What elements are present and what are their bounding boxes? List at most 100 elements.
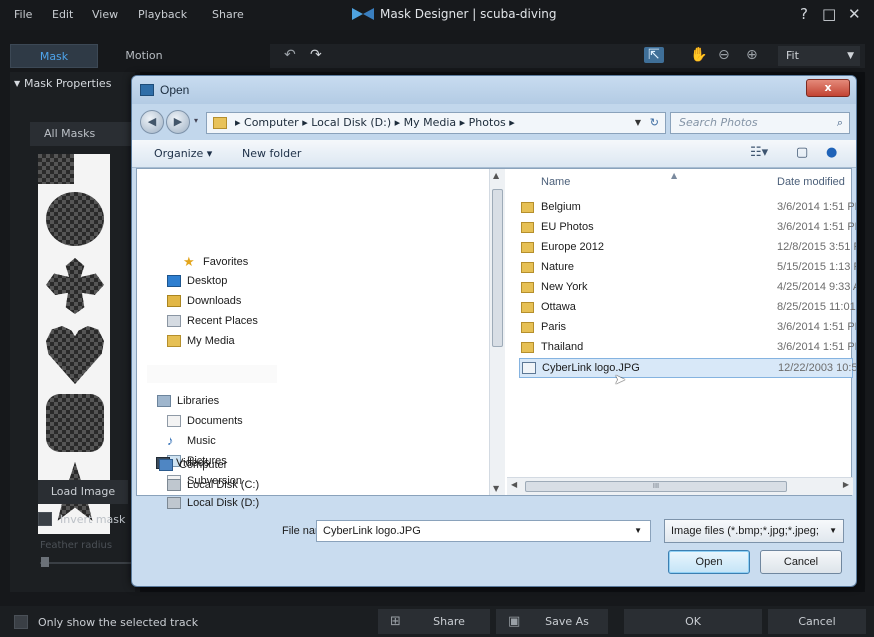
dialog-cancel-button[interactable]: Cancel xyxy=(760,550,842,574)
mask-heart-thumbnail[interactable] xyxy=(46,326,104,384)
feather-radius-slider[interactable] xyxy=(40,562,135,564)
list-item[interactable]: Ottawa 8/25/2015 11:01 AM xyxy=(519,298,856,318)
only-selected-track-checkbox[interactable] xyxy=(14,615,28,629)
dialog-nav-row: ◀ ▶ ▾ ▸ Computer ▸ Local Disk (D:) ▸ My … xyxy=(132,104,856,140)
save-as-button[interactable]: ▣ Save As xyxy=(496,609,608,634)
only-selected-track-option[interactable]: Only show the selected track xyxy=(14,615,198,629)
folder-icon xyxy=(521,282,534,293)
invert-mask-option[interactable]: Invert mask xyxy=(38,512,125,526)
list-item[interactable]: Nature 5/15/2015 1:13 PM xyxy=(519,258,856,278)
browser-panes: ★ Favorites Desktop Downloads Recent Pla… xyxy=(136,168,856,496)
folder-icon xyxy=(521,322,534,333)
recent-locations-icon[interactable]: ▾ xyxy=(194,116,198,125)
maximize-icon[interactable]: □ xyxy=(822,5,836,23)
mask-properties-panel: ▼ Mask Properties All Masks Load Image I… xyxy=(10,72,135,592)
feather-radius-handle[interactable] xyxy=(41,557,49,567)
blank-field xyxy=(147,365,277,383)
mask-properties-header[interactable]: ▼ Mask Properties xyxy=(10,72,135,96)
scroll-right-icon[interactable]: ▶ xyxy=(843,480,849,489)
menu-view[interactable]: View xyxy=(92,8,118,21)
mask-ellipse-thumbnail[interactable] xyxy=(46,192,104,246)
new-folder-button[interactable]: New folder xyxy=(242,147,301,160)
back-arrow-icon[interactable]: ◀ xyxy=(140,110,164,134)
list-item[interactable]: Thailand 3/6/2014 1:51 PM xyxy=(519,338,856,358)
ok-button[interactable]: OK xyxy=(624,609,762,634)
navigation-scrollbar[interactable]: ▲ ▼ xyxy=(489,169,505,495)
nav-libraries[interactable]: Libraries xyxy=(157,395,219,407)
nav-recent-places[interactable]: Recent Places xyxy=(167,315,258,327)
zoom-select[interactable]: Fit ▼ xyxy=(778,46,860,66)
nav-favorites[interactable]: ★ Favorites xyxy=(183,255,248,268)
scroll-down-icon[interactable]: ▼ xyxy=(493,484,499,493)
save-icon: ▣ xyxy=(508,614,521,629)
navigation-scrollbar-thumb[interactable] xyxy=(492,189,503,347)
nav-desktop[interactable]: Desktop xyxy=(167,275,227,287)
scroll-up-icon[interactable]: ▲ xyxy=(493,171,499,180)
select-tool-icon[interactable]: ⇱ xyxy=(644,47,664,63)
nav-local-disk-c[interactable]: Local Disk (C:) xyxy=(167,479,259,491)
cancel-button[interactable]: Cancel xyxy=(768,609,866,634)
nav-local-disk-d[interactable]: Local Disk (D:) xyxy=(167,497,259,509)
hand-icon[interactable]: ✋ xyxy=(690,47,707,63)
chevron-down-icon[interactable]: ▼ xyxy=(634,521,642,541)
menu-playback[interactable]: Playback xyxy=(138,8,187,21)
file-list-horizontal-scrollbar[interactable]: ◀ III ▶ xyxy=(507,477,853,495)
zoom-out-icon[interactable]: ⊖ xyxy=(718,47,730,63)
invert-mask-checkbox[interactable] xyxy=(38,512,52,526)
tab-mask[interactable]: Mask xyxy=(10,44,98,68)
column-name[interactable]: Name xyxy=(541,176,570,188)
search-icon[interactable]: ⌕ xyxy=(837,113,843,133)
nav-my-media[interactable]: My Media xyxy=(167,335,235,347)
mask-motion-tabs: Mask Motion xyxy=(10,44,260,68)
menu-share[interactable]: Share xyxy=(212,8,244,21)
disk-icon xyxy=(167,497,181,509)
open-button[interactable]: Open xyxy=(668,550,750,574)
file-name-field[interactable]: CyberLink logo.JPG ▼ xyxy=(316,520,651,542)
horizontal-scrollbar-thumb[interactable]: III xyxy=(525,481,787,492)
close-icon[interactable]: ✕ xyxy=(848,5,861,23)
list-item[interactable]: New York 4/25/2014 9:33 AM xyxy=(519,278,856,298)
folder-icon xyxy=(521,302,534,313)
mouse-pointer-icon: ➤ xyxy=(614,371,626,387)
music-icon: ♪ xyxy=(167,433,174,448)
tab-motion[interactable]: Motion xyxy=(100,44,188,68)
search-input[interactable]: Search Photos ⌕ xyxy=(670,112,850,134)
mask-checker-thumbnail[interactable] xyxy=(38,154,74,184)
nav-downloads[interactable]: Downloads xyxy=(167,295,241,307)
menu-edit[interactable]: Edit xyxy=(52,8,73,21)
redo-icon[interactable]: ↷ xyxy=(310,47,322,63)
mask-rounded-square-thumbnail[interactable] xyxy=(46,394,104,452)
dialog-title-bar: Open x xyxy=(132,76,856,104)
recent-places-icon xyxy=(167,315,181,327)
forward-arrow-icon[interactable]: ▶ xyxy=(166,110,190,134)
refresh-icon[interactable]: ↻ xyxy=(650,113,659,133)
scroll-left-icon[interactable]: ◀ xyxy=(511,480,517,489)
zoom-in-icon[interactable]: ⊕ xyxy=(746,47,758,63)
mask-clover-thumbnail[interactable] xyxy=(46,258,104,314)
dialog-close-button[interactable]: x xyxy=(806,79,850,97)
file-type-select[interactable]: Image files (*.bmp;*.jpg;*.jpeg; ▼ xyxy=(664,519,844,543)
nav-music[interactable]: ♪ Music xyxy=(167,433,216,448)
organize-button[interactable]: Organize ▾ xyxy=(154,147,212,160)
list-item[interactable]: Europe 2012 12/8/2015 3:51 PM xyxy=(519,238,856,258)
command-bar: Organize ▾ New folder ☷▾ ▢ ● xyxy=(132,140,856,168)
all-masks-filter[interactable]: All Masks xyxy=(30,122,135,146)
list-item[interactable]: EU Photos 3/6/2014 1:51 PM xyxy=(519,218,856,238)
address-bar[interactable]: ▸ Computer ▸ Local Disk (D:) ▸ My Media … xyxy=(206,112,666,134)
preview-pane-icon[interactable]: ▢ xyxy=(796,145,808,160)
undo-icon[interactable]: ↶ xyxy=(284,47,296,63)
address-dropdown-icon[interactable]: ▼ xyxy=(635,113,641,133)
file-type-value: Image files (*.bmp;*.jpg;*.jpeg; xyxy=(671,525,819,537)
share-button[interactable]: ⊞ Share xyxy=(378,609,490,634)
help-icon[interactable]: ? xyxy=(800,5,808,23)
menu-file[interactable]: File xyxy=(14,8,32,21)
view-options-icon[interactable]: ☷▾ xyxy=(750,145,768,160)
list-item-selected[interactable]: CyberLink logo.JPG 12/22/2003 10:52 ... … xyxy=(519,358,856,387)
load-image-button[interactable]: Load Image xyxy=(38,480,128,504)
help-icon[interactable]: ● xyxy=(826,145,837,160)
list-item[interactable]: Paris 3/6/2014 1:51 PM xyxy=(519,318,856,338)
list-item[interactable]: Belgium 3/6/2014 1:51 PM xyxy=(519,198,856,218)
column-date-modified[interactable]: Date modified xyxy=(777,176,845,188)
nav-documents[interactable]: Documents xyxy=(167,415,243,427)
nav-computer[interactable]: Computer xyxy=(159,459,227,471)
